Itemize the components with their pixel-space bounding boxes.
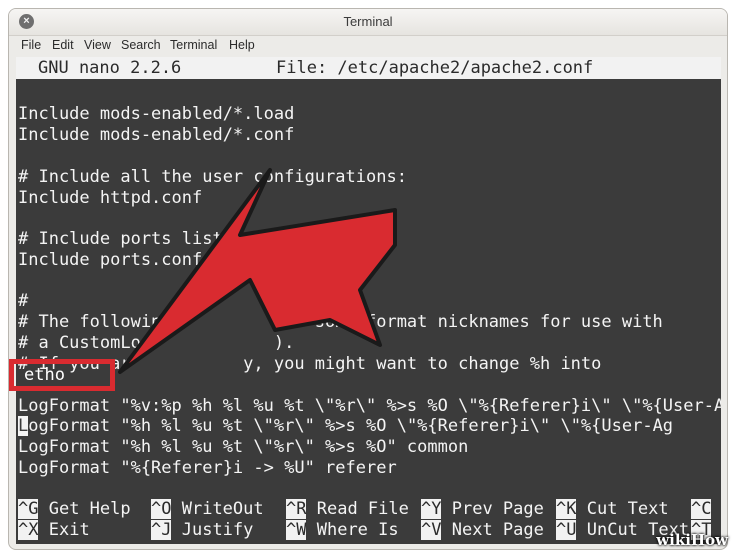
text-line: #: [18, 291, 29, 311]
nano-file: File: /etc/apache2/apache2.conf: [276, 58, 594, 78]
nano-header: GNU nano 2.2.6 File: /etc/apache2/apache…: [16, 57, 721, 79]
shortcut-exit: ^X Exit: [18, 520, 90, 540]
title-bar: × Terminal: [9, 9, 727, 36]
text-cursor: L: [18, 416, 29, 436]
menu-edit[interactable]: Edit: [52, 38, 74, 52]
highlighted-text: etho: [24, 365, 65, 385]
shortcut-writeout: ^O WriteOut: [151, 499, 264, 519]
text-line: # Include ports listi: [18, 229, 233, 249]
watermark-logo: wikiHow: [656, 531, 728, 549]
text-line: # The followin ine some format nicknames…: [18, 312, 663, 332]
shortcut-cur-pos: ^C: [691, 499, 712, 519]
shortcut-get-help: ^G Get Help: [18, 499, 131, 519]
window-title: Terminal: [343, 14, 393, 29]
text-line: Include ports.conf: [18, 250, 203, 270]
shortcut-justify: ^J Justify: [151, 520, 254, 540]
nano-version: GNU nano 2.2.6: [38, 58, 182, 78]
shortcut-next-page: ^V Next Page: [421, 520, 544, 540]
terminal-content[interactable]: GNU nano 2.2.6 File: /etc/apache2/apache…: [16, 57, 721, 544]
menu-view[interactable]: View: [84, 38, 111, 52]
shortcut-where-is: ^W Where Is: [286, 520, 399, 540]
terminal-window: × Terminal File Edit View Search Termina…: [8, 8, 728, 550]
text-line-cursor: LogFormat "%h %l %u %t \"%r\" %>s %O \"%…: [18, 416, 674, 436]
text-line: LogFormat "%h %l %u %t \"%r\" %>s %O" co…: [18, 437, 469, 457]
shortcut-prev-page: ^Y Prev Page: [421, 499, 544, 519]
menu-file[interactable]: File: [21, 38, 41, 52]
menu-help[interactable]: Help: [229, 38, 255, 52]
menu-search[interactable]: Search: [121, 38, 161, 52]
text-line: LogFormat "%{Referer}i -> %U" referer: [18, 458, 397, 478]
menu-bar: File Edit View Search Terminal Help: [9, 36, 727, 56]
text-line: Include mods-enabled/*.load: [18, 104, 295, 124]
shortcut-cut-text: ^K Cut Text: [556, 499, 669, 519]
shortcut-read-file: ^R Read File: [286, 499, 409, 519]
menu-terminal[interactable]: Terminal: [170, 38, 217, 52]
text-line: Include httpd.conf: [18, 188, 203, 208]
text-line: LogFormat "%v:%p %h %l %u %t \"%r\" %>s …: [18, 396, 721, 416]
text-line: # a CustomLog ).: [18, 333, 295, 353]
text-line: Include mods-enabled/*.conf: [18, 125, 295, 145]
text-line: # Include all the user configurations:: [18, 167, 407, 187]
